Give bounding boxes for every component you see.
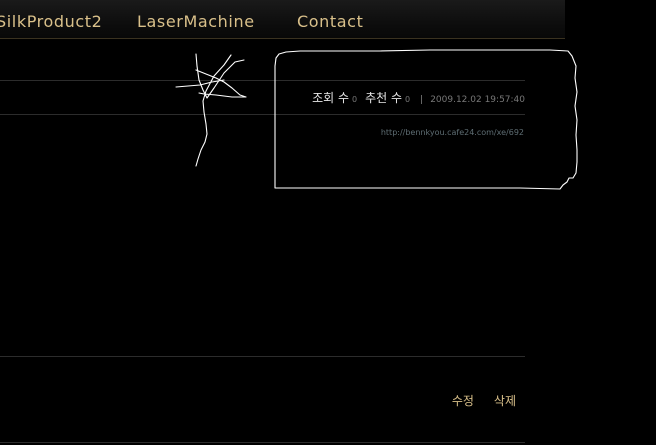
hand-drawn-box <box>274 49 578 190</box>
post-datetime: 2009.12.02 19:57:40 <box>430 95 525 105</box>
recommend-label: 추천 수 <box>365 91 403 105</box>
divider-top <box>0 80 525 81</box>
post-actions: 수정 삭제 <box>452 392 516 409</box>
hand-drawn-star <box>175 53 247 167</box>
recommend-count: 0 <box>405 95 411 104</box>
post-meta: 조회 수 0 추천 수 0 | 2009.12.02 19:57:40 <box>312 89 525 106</box>
freehand-annotation <box>175 49 578 190</box>
delete-button[interactable]: 삭제 <box>494 392 516 409</box>
divider-header <box>0 114 525 115</box>
divider-footer <box>0 356 525 357</box>
top-navigation: SilkProduct2 LaserMachine Contact <box>0 0 565 39</box>
nav-item-contact[interactable]: Contact <box>297 12 363 31</box>
post-permalink[interactable]: http://bennkyou.cafe24.com/xe/692 <box>381 128 524 137</box>
edit-button[interactable]: 수정 <box>452 392 474 409</box>
views-count: 0 <box>352 95 358 104</box>
divider-bottom <box>0 442 525 443</box>
nav-item-silkproduct2[interactable]: SilkProduct2 <box>0 12 102 31</box>
views-label: 조회 수 <box>312 91 350 105</box>
nav-item-lasermachine[interactable]: LaserMachine <box>137 12 255 31</box>
meta-separator: | <box>420 95 424 105</box>
